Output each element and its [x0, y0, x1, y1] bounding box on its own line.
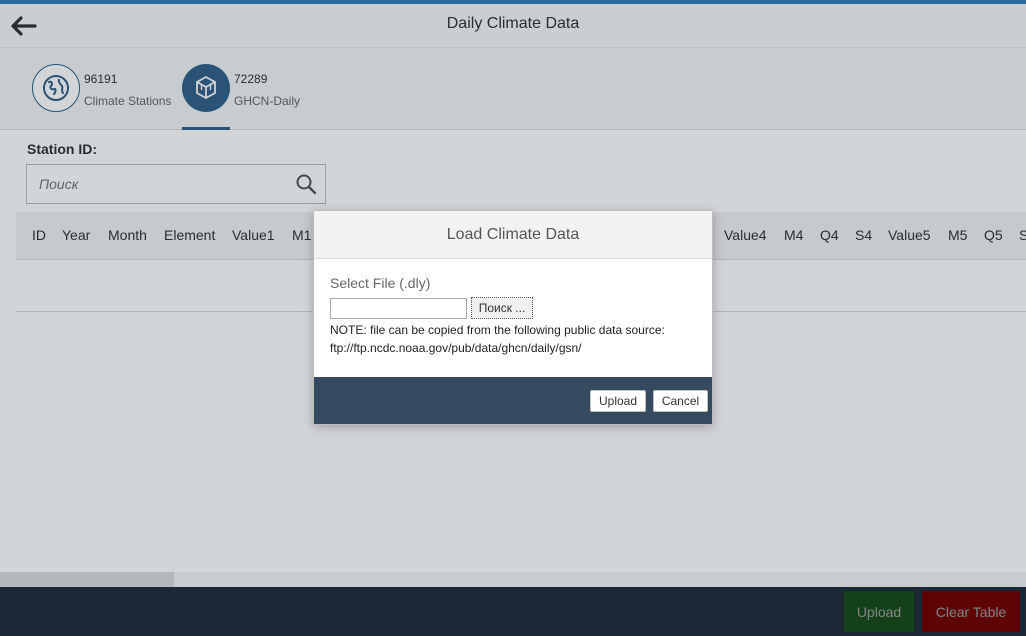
overlay-footer-shade	[0, 587, 1026, 636]
note-text: NOTE: file can be copied from the follow…	[330, 323, 665, 337]
file-name-input[interactable]	[330, 298, 467, 319]
file-label: Select File (.dly)	[330, 275, 431, 291]
dialog-title: Load Climate Data	[314, 211, 712, 259]
dialog-footer: Upload Cancel	[314, 377, 712, 424]
dialog-body: Select File (.dly) Поиск ... NOTE: file …	[314, 259, 712, 377]
app-root: Daily Climate Data 96191 Climate Station…	[0, 0, 1026, 636]
dialog-cancel-button[interactable]: Cancel	[653, 390, 708, 412]
data-source-url: ftp://ftp.ncdc.noaa.gov/pub/data/ghcn/da…	[330, 341, 582, 355]
browse-button[interactable]: Поиск ...	[471, 297, 533, 319]
dialog-upload-button[interactable]: Upload	[590, 390, 646, 412]
load-climate-data-dialog: Load Climate Data Select File (.dly) Пои…	[313, 210, 713, 425]
